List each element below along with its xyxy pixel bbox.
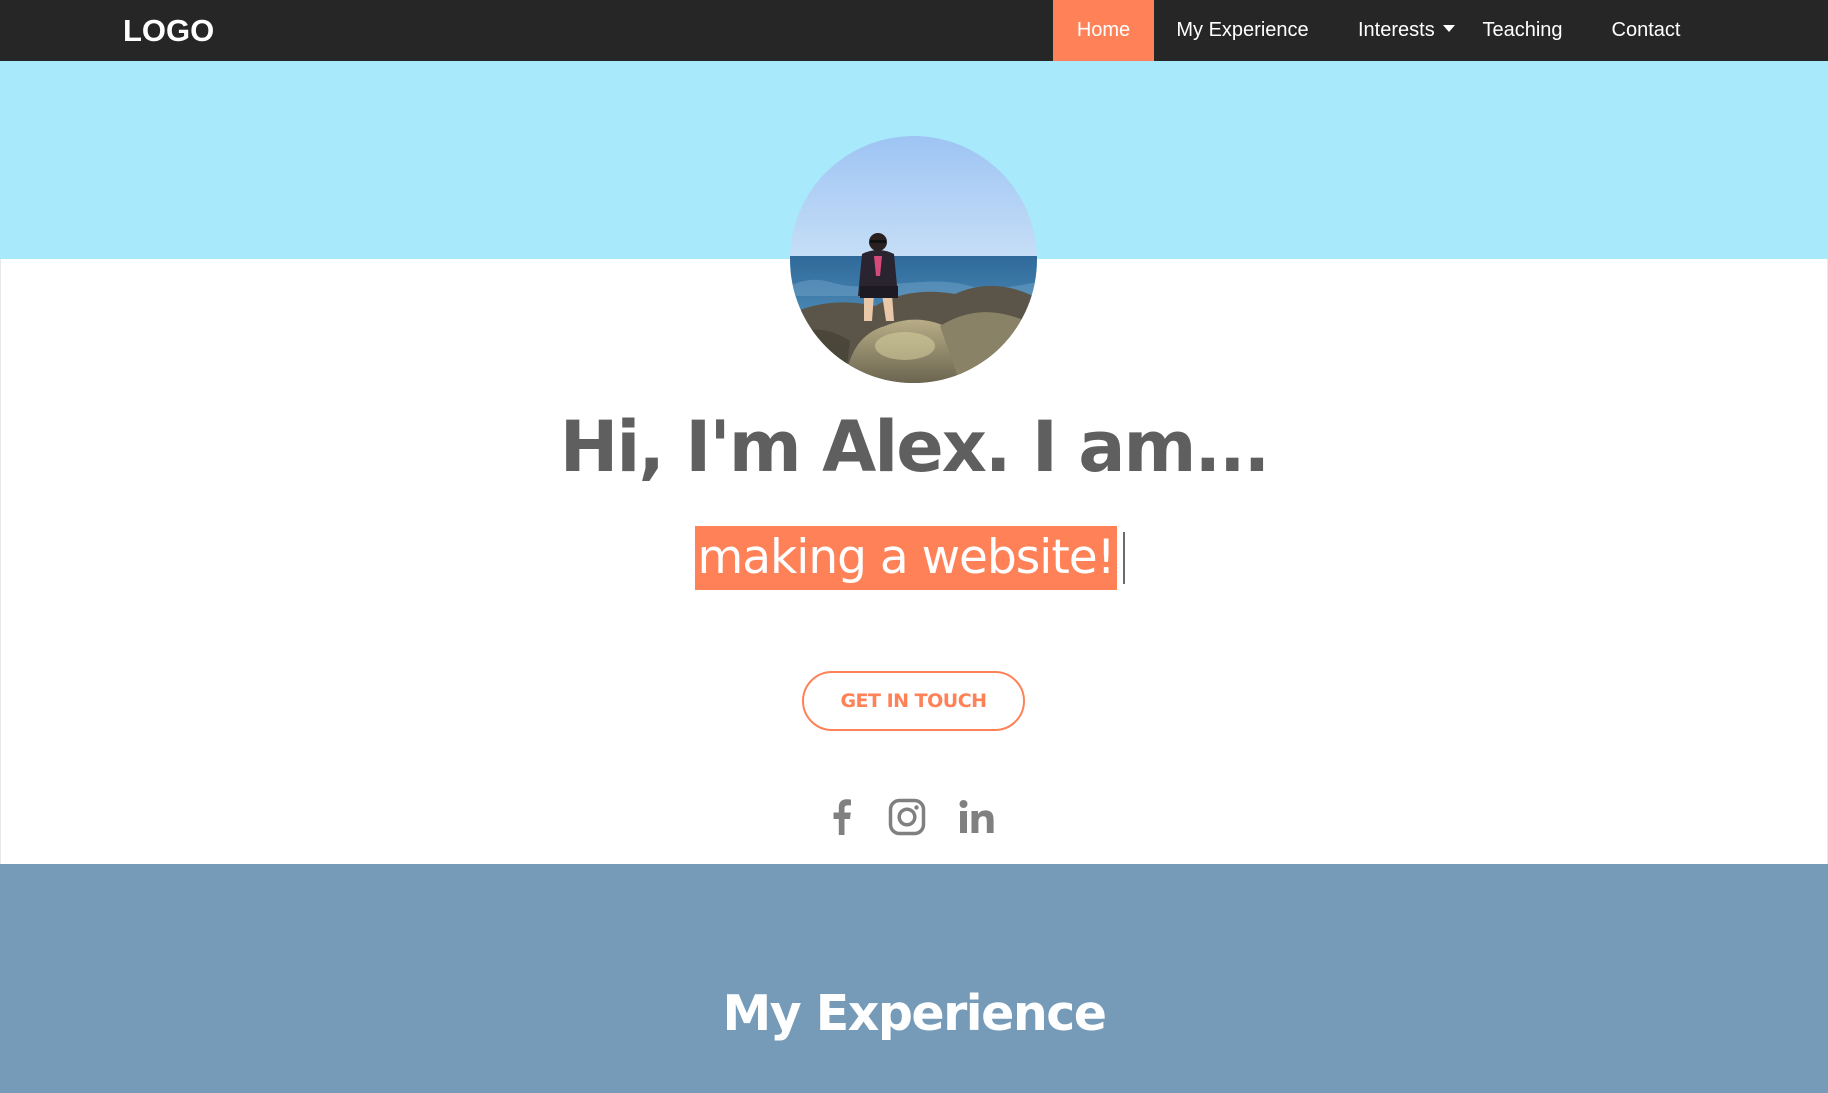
profile-photo	[790, 136, 1037, 383]
facebook-icon[interactable]	[820, 795, 864, 839]
nav-item-label: Home	[1076, 19, 1131, 41]
hero-headline: Hi, I'm Alex. I am...	[559, 406, 1270, 488]
experience-section: My Experience	[0, 864, 1828, 1093]
instagram-icon[interactable]	[885, 795, 929, 839]
nav-item-label: Contact	[1611, 19, 1681, 41]
text-cursor	[1122, 532, 1125, 584]
profile-avatar	[790, 136, 1037, 383]
nav-item-interests-dropdown[interactable]: Interests	[1333, 0, 1461, 61]
nav-item-label: My Experience	[1176, 19, 1309, 41]
linkedin-icon[interactable]	[955, 795, 999, 839]
nav-item-label: Teaching	[1482, 19, 1563, 41]
section-title: My Experience	[722, 985, 1107, 1042]
typed-text-container: making a website!	[0, 526, 1828, 590]
nav-item-contact[interactable]: Contact	[1590, 0, 1702, 61]
nav-item-home[interactable]: Home	[1053, 0, 1154, 61]
top-navbar: LOGO Home My Experience Interests Teachi…	[0, 0, 1828, 61]
nav-item-teaching[interactable]: Teaching	[1461, 0, 1584, 61]
caret-down-icon	[1442, 25, 1455, 33]
nav-item-my-experience[interactable]: My Experience	[1154, 0, 1331, 61]
site-logo[interactable]: LOGO	[123, 0, 214, 61]
get-in-touch-button[interactable]: GET IN TOUCH	[802, 671, 1025, 731]
typed-text-highlight: making a website!	[695, 526, 1117, 590]
nav-item-label: Interests	[1358, 19, 1435, 41]
